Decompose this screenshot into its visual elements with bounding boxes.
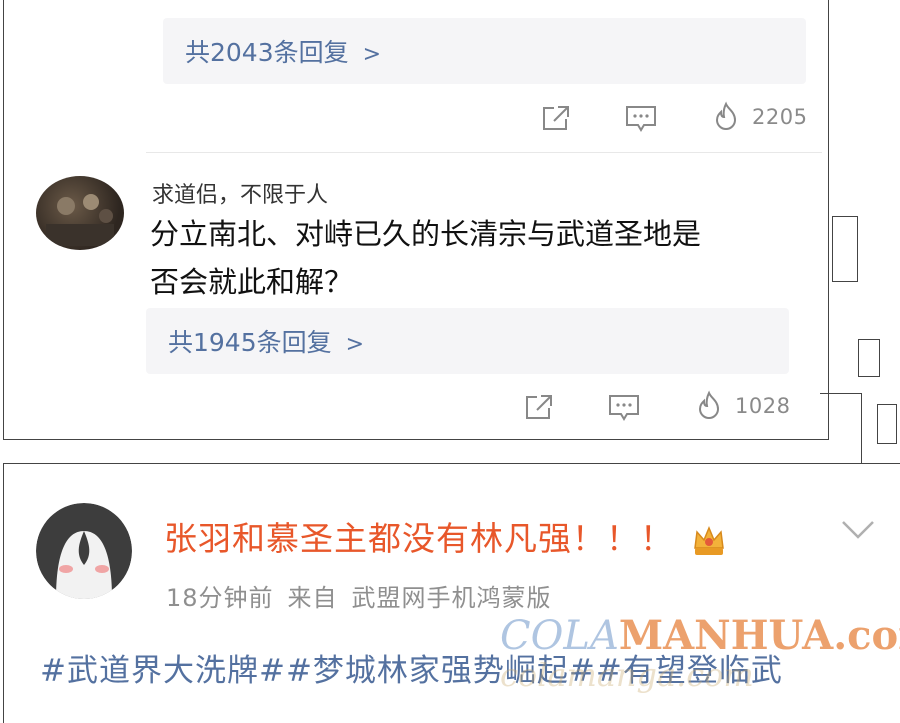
avatar-photo xyxy=(46,194,114,246)
post-username[interactable]: 张羽和慕圣主都没有林凡强！！！ xyxy=(164,512,728,560)
share-button[interactable] xyxy=(523,392,555,422)
post-source-label: 来自 xyxy=(287,584,338,612)
watermark-text: COLA xyxy=(500,613,619,659)
reply-summary-link[interactable]: 共1945条回复 > xyxy=(168,323,364,359)
panel-frame-fragment xyxy=(820,393,862,463)
flame-like-icon xyxy=(715,101,737,130)
reply-summary-text: 共1945条回复 xyxy=(168,328,332,357)
panel-frame-fragment xyxy=(832,216,858,282)
avatar[interactable] xyxy=(36,176,124,250)
expand-button[interactable] xyxy=(840,518,876,546)
like-button[interactable]: 1028 xyxy=(693,390,790,422)
comment-text: 分立南北、对峙已久的长清宗与武道圣地是 否会就此和解？ xyxy=(150,210,820,306)
thread-divider xyxy=(146,152,822,153)
comment-icon xyxy=(626,106,656,132)
panel-frame-fragment xyxy=(858,339,880,377)
reply-summary-link[interactable]: 共2043条回复 > xyxy=(185,33,381,69)
chevron-down-icon xyxy=(842,521,874,539)
panel-frame-fragment xyxy=(877,404,897,444)
share-icon xyxy=(543,106,569,130)
like-count: 2205 xyxy=(752,105,808,129)
comment-button[interactable] xyxy=(624,103,658,133)
post-source-client[interactable]: 武盟网手机鸿蒙版 xyxy=(352,584,552,612)
share-icon xyxy=(526,395,552,419)
like-count: 1028 xyxy=(735,394,791,418)
post-meta: 18分钟前 来自 武盟网手机鸿蒙版 xyxy=(166,578,566,613)
flame-like-icon xyxy=(698,390,720,419)
watermark-text: colamanga.com xyxy=(500,656,754,694)
chevron-right-icon: > xyxy=(345,332,365,357)
like-button[interactable]: 2205 xyxy=(710,101,807,133)
reply-summary-text: 共2043条回复 xyxy=(185,38,349,67)
comment-button[interactable] xyxy=(607,392,641,422)
crown-badge-icon xyxy=(693,525,724,555)
watermark-text: MANHUA xyxy=(618,612,834,659)
comment-line: 否会就此和解？ xyxy=(150,265,354,299)
watermark: COLAMANHUA.com colamanga.com xyxy=(500,612,900,694)
share-button[interactable] xyxy=(540,103,572,133)
reply-summary-box[interactable]: 共2043条回复 > xyxy=(163,18,806,84)
comment-icon xyxy=(609,395,639,421)
comment-username[interactable]: 求道侣，不限于人 xyxy=(152,177,328,209)
penguin-avatar xyxy=(36,503,132,599)
post-username-text: 张羽和慕圣主都没有林凡强！！！ xyxy=(164,519,674,558)
chevron-right-icon: > xyxy=(362,42,382,67)
post-time: 18分钟前 xyxy=(166,584,274,612)
comment-line: 分立南北、对峙已久的长清宗与武道圣地是 xyxy=(150,217,702,251)
reply-summary-box[interactable]: 共1945条回复 > xyxy=(146,308,789,374)
avatar[interactable] xyxy=(36,503,132,599)
watermark-text: .com xyxy=(833,612,900,659)
